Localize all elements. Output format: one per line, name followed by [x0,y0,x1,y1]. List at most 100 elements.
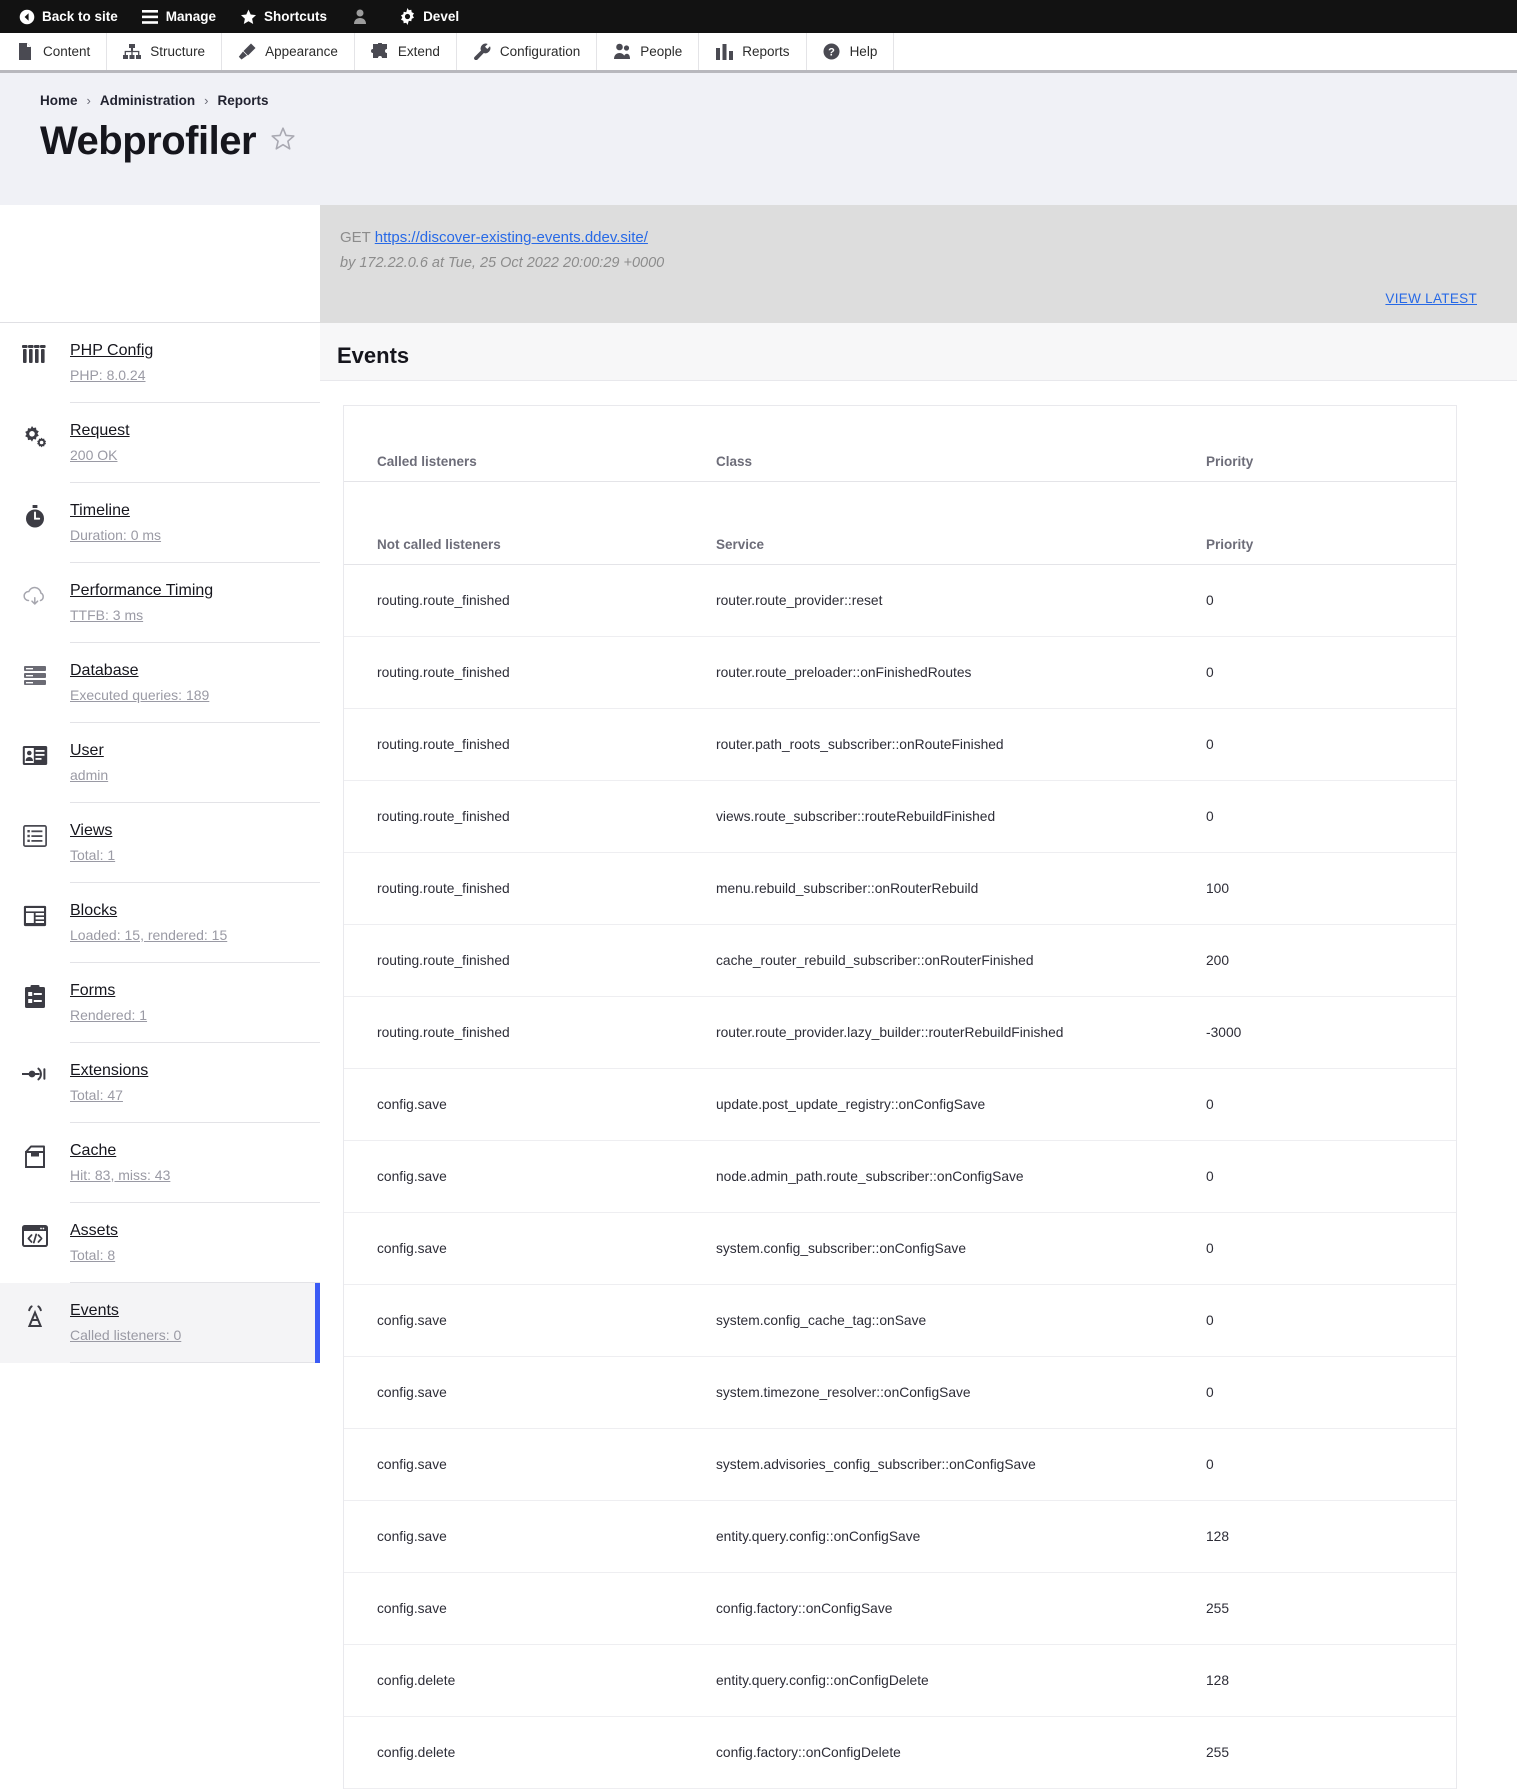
sidebar-item-label[interactable]: User [70,741,104,762]
menu-item-content[interactable]: Content [0,33,108,70]
sidebar-item-subtext[interactable]: Executed queries: 189 [70,686,304,704]
sidebar-item-label[interactable]: Extensions [70,1061,148,1082]
sidebar-item-subtext[interactable]: PHP: 8.0.24 [70,366,304,384]
menu-item-appearance[interactable]: Appearance [222,33,355,70]
menu-item-structure[interactable]: Structure [107,33,223,70]
cell-priority: -3000 [1206,996,1456,1069]
admin-bar-item-user[interactable] [339,0,387,33]
sidebar-item-label[interactable]: Cache [70,1141,116,1162]
sidebar-item-subtext[interactable]: 200 OK [70,446,304,464]
menu-item-people[interactable]: People [597,33,700,70]
admin-bar-item-devel[interactable]: Devel [387,0,471,33]
svg-text:?: ? [828,47,835,59]
sidebar-item-performance-timing[interactable]: Performance Timing TTFB: 3 ms [0,563,320,643]
sidebar-item-body: Cache Hit: 83, miss: 43 [70,1123,320,1203]
sidebar-item-label[interactable]: PHP Config [70,341,153,362]
events-section-title: Events [337,343,410,368]
cell-priority: 0 [1206,1068,1456,1141]
admin-bar-item-manage[interactable]: Manage [130,0,228,33]
cell-service: config.factory::onConfigDelete [716,1716,1206,1789]
sidebar-item-subtext[interactable]: Loaded: 15, rendered: 15 [70,926,304,944]
sidebar-item-subtext[interactable]: Hit: 83, miss: 43 [70,1166,304,1184]
menu-item-reports[interactable]: Reports [699,33,807,70]
request-url-link[interactable]: https://discover-existing-events.ddev.si… [375,229,648,246]
cell-event-name: config.save [344,1428,716,1501]
cell-priority: 0 [1206,1140,1456,1213]
sidebar-item-subtext[interactable]: Total: 47 [70,1086,304,1104]
cell-event-name: routing.route_finished [344,636,716,709]
sidebar-item-blocks[interactable]: Blocks Loaded: 15, rendered: 15 [0,883,320,963]
admin-bar-label: Back to site [42,9,118,24]
page-title: Webprofiler [40,119,257,163]
sidebar-item-label[interactable]: Assets [70,1221,118,1242]
menu-item-help[interactable]: ? Help [807,33,895,70]
sidebar-item-subtext[interactable]: Total: 1 [70,846,304,864]
sidebar-item-label[interactable]: Events [70,1301,119,1322]
cell-priority: 128 [1206,1644,1456,1717]
stopwatch-icon [0,483,70,529]
table-row: routing.route_finished router.route_provi… [344,996,1456,1069]
cloud-download-icon [0,563,70,607]
breadcrumb-item-home[interactable]: Home [40,93,78,108]
sidebar-item-subtext[interactable]: Called listeners: 0 [70,1326,304,1344]
sidebar-item-timeline[interactable]: Timeline Duration: 0 ms [0,483,320,563]
sidebar-item-subtext[interactable]: admin [70,766,304,784]
cell-service: system.advisories_config_subscriber::onC… [716,1428,1206,1501]
sidebar-item-request[interactable]: Request 200 OK [0,403,320,483]
sidebar-item-views[interactable]: Views Total: 1 [0,803,320,883]
admin-bar-label: Shortcuts [264,9,328,24]
events-table-body: routing.route_finished router.route_provi… [344,564,1456,1789]
sidebar-item-user[interactable]: User admin [0,723,320,803]
menu-item-label: Reports [742,44,790,59]
cell-priority: 100 [1206,852,1456,925]
sidebar-item-label[interactable]: Performance Timing [70,581,213,602]
breadcrumb-item-administration[interactable]: Administration [100,93,195,108]
sidebar-item-subtext[interactable]: Duration: 0 ms [70,526,304,544]
question-circle-icon: ? [823,43,841,61]
sidebar-item-forms[interactable]: Forms Rendered: 1 [0,963,320,1043]
breadcrumb-item-reports[interactable]: Reports [217,93,268,108]
col-class: Class [716,406,1206,482]
menu-item-extend[interactable]: Extend [355,33,457,70]
cell-priority: 200 [1206,924,1456,997]
webprofiler-sidebar: PHP Config PHP: 8.0.24 Request 200 OK Timeli… [0,205,320,1789]
favorite-star-icon[interactable] [270,126,296,157]
back-arrow-circle-icon [18,8,35,25]
admin-bar-item-shortcuts[interactable]: Shortcuts [228,0,339,33]
called-listeners-header-row: Called listeners Class Priority [344,406,1456,482]
cell-priority: 255 [1206,1572,1456,1645]
sidebar-item-database[interactable]: Database Executed queries: 189 [0,643,320,723]
col-priority-called: Priority [1206,406,1456,482]
sitemap-icon [123,43,142,61]
admin-bar-item-back-to-site[interactable]: Back to site [6,0,130,33]
sidebar-item-assets[interactable]: Assets Total: 8 [0,1203,320,1283]
sidebar-item-subtext[interactable]: Rendered: 1 [70,1006,304,1024]
sidebar-item-label[interactable]: Forms [70,981,115,1002]
cell-priority: 0 [1206,1284,1456,1357]
cell-event-name: routing.route_finished [344,852,716,925]
sidebar-top-spacer [0,205,320,323]
view-latest-link[interactable]: VIEW LATEST [1385,291,1477,306]
gear-icon [399,8,416,25]
sidebar-item-subtext[interactable]: TTFB: 3 ms [70,606,304,624]
sidebar-item-label[interactable]: Blocks [70,901,117,922]
admin-bar-label: Devel [423,9,460,24]
sidebar-item-cache[interactable]: Cache Hit: 83, miss: 43 [0,1123,320,1203]
sidebar-item-label[interactable]: Database [70,661,139,682]
sidebar-item-events[interactable]: Events Called listeners: 0 [0,1282,320,1363]
sidebar-item-extensions[interactable]: Extensions Total: 47 [0,1043,320,1123]
sidebar-item-subtext[interactable]: Total: 8 [70,1246,304,1264]
sidebar-item-body: PHP Config PHP: 8.0.24 [70,323,320,403]
sidebar-item-php-config[interactable]: PHP Config PHP: 8.0.24 [0,323,320,403]
breadcrumb-separator-icon: › [86,93,91,108]
table-row: config.save node.admin_path.route_subscri… [344,1140,1456,1213]
cell-event-name: routing.route_finished [344,708,716,781]
cell-event-name: routing.route_finished [344,924,716,997]
sidebar-item-label[interactable]: Request [70,421,130,442]
cell-service: system.config_cache_tag::onSave [716,1284,1206,1357]
sidebar-item-label[interactable]: Views [70,821,112,842]
menu-item-configuration[interactable]: Configuration [457,33,598,70]
table-row: routing.route_finished router.route_prelo… [344,636,1456,709]
events-table: Called listeners Class Priority Not call… [344,406,1456,1789]
sidebar-item-label[interactable]: Timeline [70,501,130,522]
